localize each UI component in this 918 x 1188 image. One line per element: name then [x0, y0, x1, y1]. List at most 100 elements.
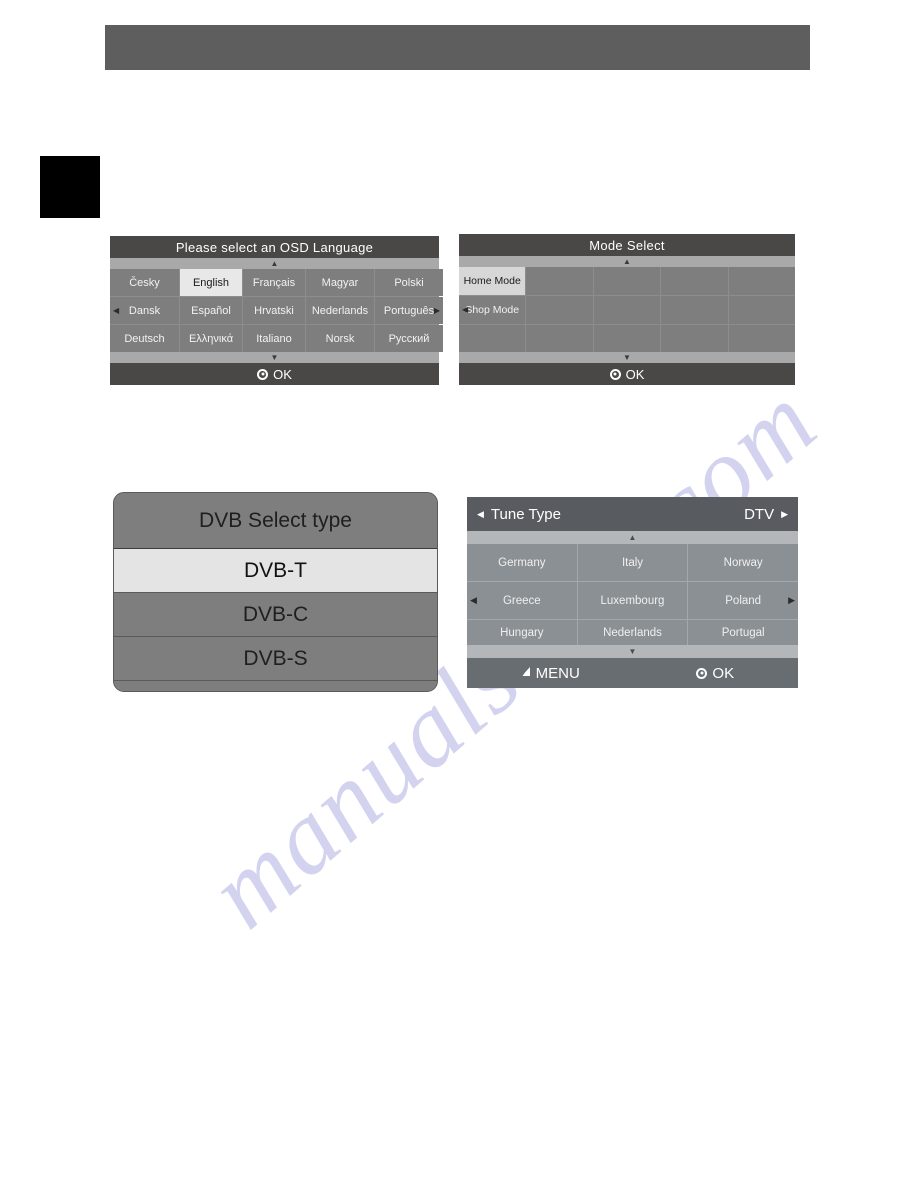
country-option-luxembourg[interactable]: Luxembourg [577, 582, 688, 619]
mode-grid: Home Mode ◀ Shop Mode [459, 267, 795, 352]
language-option-dansk[interactable]: ◀ Dansk [110, 297, 179, 324]
language-option-label: Italiano [256, 332, 292, 345]
dvb-option-dvb-c[interactable]: DVB-C [114, 593, 437, 637]
language-footer-ok-label: OK [273, 366, 292, 382]
dvb-option-label: DVB-S [243, 646, 308, 670]
dvb-option-dvb-t[interactable]: DVB-T [114, 549, 437, 593]
osd-tune-type-panel: ◀ Tune Type DTV ▶ ▲ Germany Italy Norway… [467, 497, 798, 692]
dvb-option-label: DVB-T [244, 558, 307, 582]
country-option-label: Hungary [500, 626, 544, 639]
language-option-label: Français [252, 276, 296, 289]
tune-scroll-down-indicator: ▼ [467, 645, 798, 658]
language-option-label: Ελληνικά [188, 332, 234, 345]
country-option-portugal[interactable]: Portugal [688, 620, 798, 645]
tune-header-right: DTV ▶ [744, 506, 788, 523]
language-option-hrvatski[interactable]: Hrvatski [243, 297, 305, 324]
mode-cell-empty [526, 325, 593, 352]
language-option-cesky[interactable]: Česky [110, 269, 179, 296]
mode-cell-empty [661, 325, 728, 352]
mode-cell-empty [526, 267, 593, 295]
page-number-marker [40, 156, 100, 218]
language-panel-footer: OK [110, 363, 439, 385]
nav-right-arrow-icon[interactable]: ▶ [788, 596, 795, 605]
tune-header-value: DTV [744, 505, 775, 523]
language-scroll-up-indicator: ▲ [110, 258, 439, 269]
language-option-russian[interactable]: Русский [375, 325, 443, 352]
mode-scroll-down-indicator: ▼ [459, 352, 795, 363]
language-option-label: Polski [394, 276, 424, 289]
tune-panel-header: ◀ Tune Type DTV ▶ [467, 497, 798, 531]
tune-footer-ok-button[interactable]: OK [633, 665, 799, 682]
tune-footer-menu-button[interactable]: MENU [467, 665, 633, 682]
country-option-label: Italy [621, 556, 644, 569]
language-option-polski[interactable]: Polski [375, 269, 443, 296]
osd-mode-select-panel: Mode Select ▲ Home Mode ◀ Shop Mode ▼ OK [459, 234, 795, 385]
language-option-nederlands[interactable]: Nederlands [306, 297, 374, 324]
country-option-germany[interactable]: Germany [467, 544, 577, 581]
page-header-band [105, 25, 810, 70]
language-option-espanol[interactable]: Español [180, 297, 242, 324]
language-option-norsk[interactable]: Norsk [306, 325, 374, 352]
mode-cell-empty [593, 267, 661, 295]
language-option-label: Magyar [321, 276, 359, 289]
tune-footer-ok-label: OK [712, 664, 735, 682]
nav-left-arrow-icon[interactable]: ◀ [462, 306, 468, 314]
mode-option-home-mode[interactable]: Home Mode [459, 267, 526, 295]
language-option-label: Norsk [325, 332, 355, 345]
language-option-francais[interactable]: Français [243, 269, 305, 296]
mode-option-label: Home Mode [463, 275, 521, 287]
country-option-label: Greece [502, 594, 541, 607]
language-option-label: Česky [129, 276, 160, 289]
country-option-poland[interactable]: Poland ▶ [688, 582, 798, 619]
menu-return-arrow-icon [520, 666, 532, 680]
language-grid: Česky English Français Magyar Polski ◀ D… [110, 269, 443, 352]
language-option-label: English [192, 276, 230, 289]
language-option-label: Dansk [128, 304, 161, 317]
country-option-norway[interactable]: Norway [688, 544, 798, 581]
mode-scroll-up-indicator: ▲ [459, 256, 795, 267]
country-option-hungary[interactable]: Hungary [467, 620, 577, 645]
dvb-panel-footer-spacer [114, 681, 437, 691]
language-option-label: Español [191, 304, 231, 317]
osd-dvb-select-type-panel: DVB Select type DVB-T DVB-C DVB-S [113, 492, 438, 692]
nav-left-arrow-icon[interactable]: ◀ [113, 306, 119, 315]
country-option-italy[interactable]: Italy [577, 544, 688, 581]
country-option-label: Luxembourg [600, 594, 665, 607]
language-option-magyar[interactable]: Magyar [306, 269, 374, 296]
country-option-nederlands[interactable]: Nederlands [577, 620, 688, 645]
tune-country-grid: Germany Italy Norway ◀ Greece Luxembourg… [467, 544, 798, 645]
language-option-italiano[interactable]: Italiano [243, 325, 305, 352]
ok-circle-icon [696, 667, 708, 679]
nav-left-arrow-icon[interactable]: ◀ [470, 596, 477, 605]
tune-footer-menu-label: MENU [535, 664, 580, 682]
mode-cell-empty [593, 296, 661, 324]
mode-footer-ok-label: OK [625, 366, 645, 382]
tune-header-title: Tune Type [490, 505, 561, 523]
language-option-ellinika[interactable]: Ελληνικά [180, 325, 242, 352]
language-scroll-down-indicator: ▼ [110, 352, 439, 363]
country-option-greece[interactable]: ◀ Greece [467, 582, 577, 619]
ok-circle-icon [257, 368, 269, 380]
dvb-option-dvb-s[interactable]: DVB-S [114, 637, 437, 681]
osd-language-panel: Please select an OSD Language ▲ Česky En… [110, 236, 443, 385]
dvb-option-label: DVB-C [242, 602, 309, 626]
country-option-label: Norway [723, 556, 763, 569]
nav-right-arrow-icon[interactable]: ▶ [781, 509, 788, 519]
country-option-label: Portugal [721, 626, 765, 639]
nav-right-arrow-icon[interactable]: ▶ [434, 306, 440, 315]
language-option-english[interactable]: English [180, 269, 242, 296]
mode-cell-empty [661, 267, 728, 295]
mode-cell-empty [593, 325, 661, 352]
language-option-portugues[interactable]: Português ▶ [375, 297, 443, 324]
tune-header-left: ◀ Tune Type [477, 506, 561, 523]
country-option-label: Poland [725, 594, 762, 607]
dvb-panel-title: DVB Select type [114, 493, 437, 549]
nav-left-arrow-icon[interactable]: ◀ [477, 509, 484, 519]
language-option-deutsch[interactable]: Deutsch [110, 325, 179, 352]
mode-cell-empty [661, 296, 728, 324]
language-panel-title: Please select an OSD Language [110, 236, 439, 258]
language-option-label: Hrvatski [254, 304, 294, 317]
mode-panel-title: Mode Select [459, 234, 795, 256]
mode-option-shop-mode[interactable]: ◀ Shop Mode [459, 296, 526, 324]
mode-cell-empty [728, 267, 795, 295]
